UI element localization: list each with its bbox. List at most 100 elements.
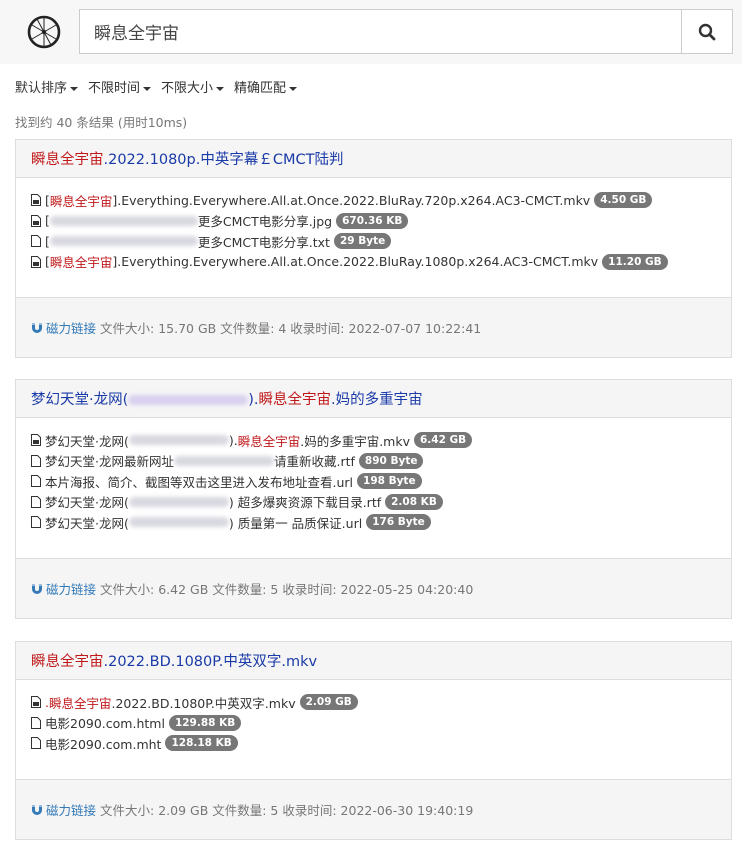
- file-item: 本片海报、简介、截图等双击这里进入发布地址查看.url 198 Byte: [31, 471, 716, 492]
- redacted-text: [128, 496, 229, 507]
- file-item: 电影2090.com.mht 128.18 KB: [31, 733, 716, 754]
- file-icon: [31, 214, 41, 227]
- size-dropdown[interactable]: 不限大小: [161, 77, 225, 96]
- title-highlight: 瞬息全宇宙: [31, 654, 104, 670]
- file-item: [更多CMCT电影分享.jpg 670.36 KB: [31, 211, 716, 232]
- file-item: 电影2090.com.html 129.88 KB: [31, 713, 716, 734]
- file-name: 本片海报、简介、截图等双击这里进入发布地址查看.url: [45, 474, 354, 490]
- title-highlight: 瞬息全宇宙: [31, 152, 104, 168]
- file-item: . 瞬息全宇宙 .2022.BD.1080P.中英双字.mkv 2.09 GB: [31, 692, 716, 713]
- magnet-link[interactable]: 磁力链接: [31, 579, 96, 598]
- file-name: 电影2090.com.mht: [45, 736, 162, 752]
- file-name: .2022.BD.1080P.中英双字.mkv: [111, 695, 296, 711]
- match-label: 精确匹配: [234, 81, 287, 96]
- magnet-icon: [32, 583, 42, 594]
- result-footer: 磁力链接 文件大小: 15.70 GB 文件数量: 4 收录时间: 2022-0…: [16, 297, 731, 357]
- file-item: 梦幻天堂·龙网(). 瞬息全宇宙 .妈的多重宇宙.mkv 6.42 GB: [31, 430, 716, 451]
- file-item: 梦幻天堂·龙网( ) 质量第一 品质保证.url 176 Byte: [31, 512, 716, 533]
- file-item: [更多CMCT电影分享.txt 29 Byte: [31, 231, 716, 252]
- sort-dropdown[interactable]: 默认排序: [15, 77, 79, 96]
- file-name: 电影2090.com.html: [45, 716, 165, 732]
- result-title-link[interactable]: 瞬息全宇宙.2022.1080p.中英字幕￡CMCT陆判: [31, 148, 343, 169]
- search-button[interactable]: [681, 10, 732, 53]
- file-size-badge: 29 Byte: [333, 233, 392, 250]
- file-size-badge: 129.88 KB: [168, 714, 242, 731]
- redacted-text: [128, 517, 229, 528]
- result-meta: 文件大小: 2.09 GB 文件数量: 5 收录时间: 2022-06-30 1…: [100, 803, 474, 818]
- file-icon: [31, 255, 41, 268]
- top-bar: [0, 0, 742, 64]
- chevron-down-icon: [289, 86, 298, 91]
- title-text: .妈的多重宇宙: [331, 392, 423, 408]
- chevron-down-icon: [143, 86, 152, 91]
- file-icon: [31, 235, 41, 248]
- file-name-prefix: 梦幻天堂·龙网(: [45, 495, 129, 511]
- redacted-text: [128, 435, 229, 446]
- magnet-link[interactable]: 磁力链接: [31, 800, 96, 819]
- file-size-badge: 6.42 GB: [414, 432, 473, 449]
- file-name-prefix: 梦幻天堂·龙网(: [45, 515, 129, 531]
- file-size-badge: 128.18 KB: [165, 735, 238, 752]
- file-name: 梦幻天堂·龙网最新网址: [45, 454, 174, 470]
- file-size-badge: 2.09 GB: [299, 694, 358, 711]
- result-title: 瞬息全宇宙.2022.BD.1080P.中英双字.mkv: [16, 642, 731, 680]
- file-list: [瞬息全宇宙].Everything.Everywhere.All.at.Onc…: [16, 178, 731, 272]
- result-card: 梦幻天堂·龙网().瞬息全宇宙.妈的多重宇宙 梦幻天堂·龙网(). 瞬息全宇宙 .妈…: [15, 379, 732, 619]
- match-dropdown[interactable]: 精确匹配: [234, 77, 298, 96]
- search-icon: [698, 23, 716, 40]
- file-icon: [31, 495, 41, 508]
- file-item: 梦幻天堂·龙网() 超多爆爽资源下载目录.rtf 2.08 KB: [31, 492, 716, 513]
- result-title-link[interactable]: 梦幻天堂·龙网().瞬息全宇宙.妈的多重宇宙: [31, 388, 423, 409]
- file-name-highlight: 瞬息全宇宙: [237, 433, 301, 449]
- file-icon: [31, 516, 41, 529]
- magnet-icon: [32, 322, 42, 333]
- file-size-badge: 670.36 KB: [336, 212, 409, 229]
- time-label: 不限时间: [88, 81, 141, 96]
- redacted-text: [128, 395, 249, 405]
- file-name-highlight: 瞬息全宇宙: [49, 193, 113, 209]
- title-highlight: 瞬息全宇宙: [258, 392, 332, 408]
- file-name: 更多CMCT电影分享.txt: [197, 234, 330, 250]
- file-icon: [31, 194, 41, 207]
- file-size-badge: 4.50 GB: [594, 192, 653, 209]
- title-text: 梦幻天堂·龙网(: [31, 392, 129, 408]
- magnet-link[interactable]: 磁力链接: [31, 318, 96, 337]
- magnet-icon: [32, 804, 42, 815]
- file-icon: [31, 475, 41, 488]
- result-meta: 文件大小: 6.42 GB 文件数量: 5 收录时间: 2022-05-25 0…: [100, 582, 474, 597]
- result-title-link[interactable]: 瞬息全宇宙.2022.BD.1080P.中英双字.mkv: [31, 650, 317, 671]
- file-size-badge: 176 Byte: [366, 514, 431, 531]
- file-list: 梦幻天堂·龙网(). 瞬息全宇宙 .妈的多重宇宙.mkv 6.42 GB 梦幻天堂·…: [16, 418, 731, 533]
- result-footer: 磁力链接 文件大小: 2.09 GB 文件数量: 5 收录时间: 2022-06…: [16, 779, 731, 839]
- sort-label: 默认排序: [15, 81, 68, 96]
- file-name: ) 质量第一 品质保证.url: [228, 515, 363, 531]
- chevron-down-icon: [216, 86, 225, 91]
- file-item: [瞬息全宇宙].Everything.Everywhere.All.at.Onc…: [31, 190, 716, 211]
- bicycle-wheel-icon[interactable]: [27, 15, 61, 49]
- file-icon: [31, 454, 41, 467]
- file-name: 更多CMCT电影分享.jpg: [197, 214, 333, 230]
- file-size-badge: 11.20 GB: [602, 253, 668, 270]
- chevron-down-icon: [70, 86, 79, 91]
- result-count: 找到约 40 条结果 (用时10ms): [15, 115, 188, 130]
- magnet-link-label: 磁力链接: [46, 803, 97, 818]
- redacted-text: [173, 455, 274, 466]
- magnet-link-label: 磁力链接: [46, 582, 97, 597]
- file-name: .妈的多重宇宙.mkv: [300, 433, 410, 449]
- file-name-highlight: 瞬息全宇宙: [48, 695, 112, 711]
- search-input[interactable]: [80, 10, 682, 53]
- result-card: 瞬息全宇宙.2022.1080p.中英字幕￡CMCT陆判 [瞬息全宇宙].Eve…: [15, 139, 732, 358]
- file-icon: [31, 716, 41, 729]
- result-title: 梦幻天堂·龙网().瞬息全宇宙.妈的多重宇宙: [16, 380, 731, 418]
- time-dropdown[interactable]: 不限时间: [88, 77, 152, 96]
- file-name: ].Everything.Everywhere.All.at.Once.2022…: [112, 254, 599, 270]
- file-icon: [31, 434, 41, 447]
- file-name: ) 超多爆爽资源下载目录.rtf: [228, 495, 382, 511]
- file-icon: [31, 696, 41, 709]
- result-footer: 磁力链接 文件大小: 6.42 GB 文件数量: 5 收录时间: 2022-05…: [16, 558, 731, 618]
- file-item: [瞬息全宇宙].Everything.Everywhere.All.at.Onc…: [31, 252, 716, 273]
- file-name: 请重新收藏.rtf: [273, 454, 355, 470]
- file-name: ).: [228, 432, 238, 448]
- size-label: 不限大小: [161, 81, 214, 96]
- redacted-text: [49, 215, 198, 226]
